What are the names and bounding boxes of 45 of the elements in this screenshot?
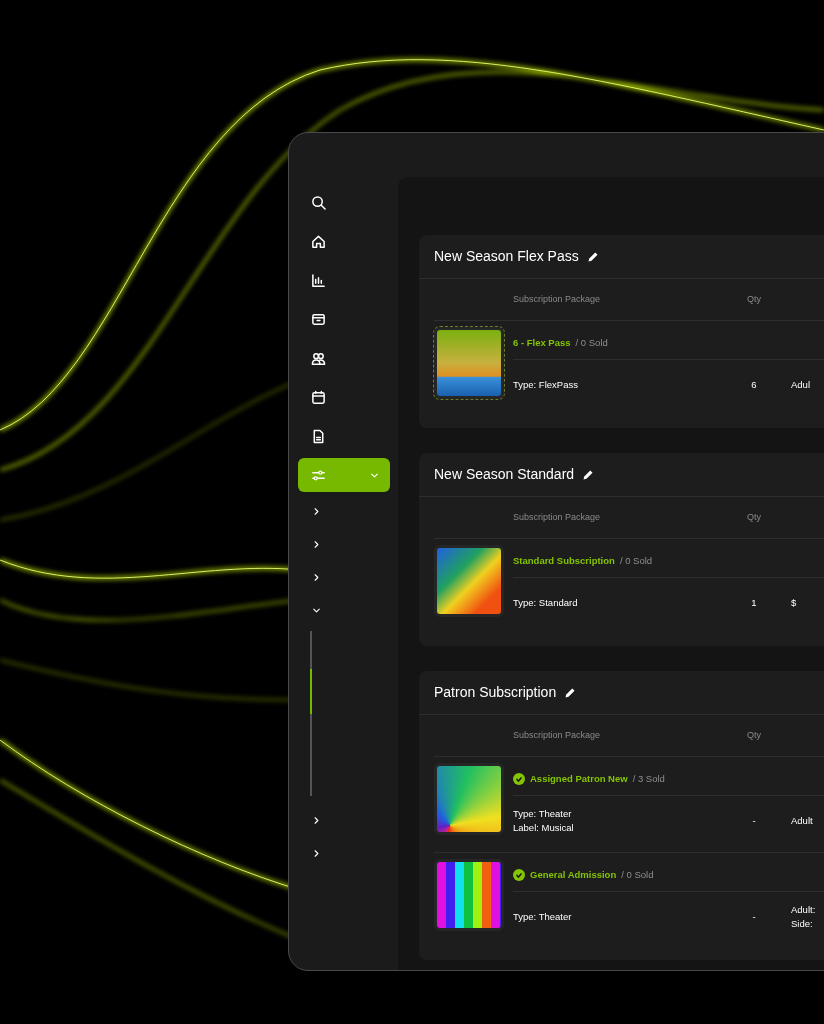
column-3-value: Adult [791,813,814,828]
chevron-icon [311,605,322,616]
chevron-icon [311,506,322,517]
card-title: New Season Standard [434,465,575,484]
package-name[interactable]: Assigned Patron New [530,771,628,787]
edit-button[interactable] [564,686,577,699]
calendar-icon [311,390,326,405]
column-3-value: Adul [791,377,811,392]
pencil-icon [564,686,577,699]
sold-count: / 0 Sold [621,867,654,882]
users-icon [311,351,326,366]
search-icon [311,195,326,210]
package-name[interactable]: 6 - Flex Pass [513,335,571,351]
card-title: Patron Subscription [434,683,557,702]
edit-button[interactable] [582,468,595,481]
home-icon [311,234,326,249]
column-header: Qty [746,510,762,524]
column-3-value: $ [791,595,798,610]
sold-count: / 0 Sold [619,553,653,568]
quantity: 6 [750,377,758,392]
card-title: New Season Flex Pass [434,247,579,266]
column-header: Qty [746,728,762,742]
pencil-icon [582,468,595,481]
quantity: - [751,813,757,828]
package-name[interactable]: General Admission [530,867,617,883]
edit-button[interactable] [586,250,599,263]
quantity: 1 [750,595,758,610]
sold-count: / 3 Sold [632,771,665,786]
sold-count: / 0 Sold [575,335,608,350]
package-details: Type: Standard [513,595,579,610]
column-header: Subscription Package [513,728,602,742]
column-header: Qty [746,292,762,306]
quantity: - [751,909,757,924]
archive-icon [311,312,326,327]
bar-chart-icon [311,273,326,288]
column-3-value: Adult: Side: [791,902,817,931]
package-name[interactable]: Standard Subscription [513,553,615,569]
active-indicator [310,669,312,714]
package-details: Type: Theater Label: Musical [513,806,575,835]
pencil-icon [586,250,599,263]
package-details: Type: Theater [513,909,573,924]
column-header: Subscription Package [513,510,602,524]
column-header: Subscription Package [513,292,602,306]
document-icon [311,429,326,444]
package-details: Type: FlexPass [513,377,579,392]
